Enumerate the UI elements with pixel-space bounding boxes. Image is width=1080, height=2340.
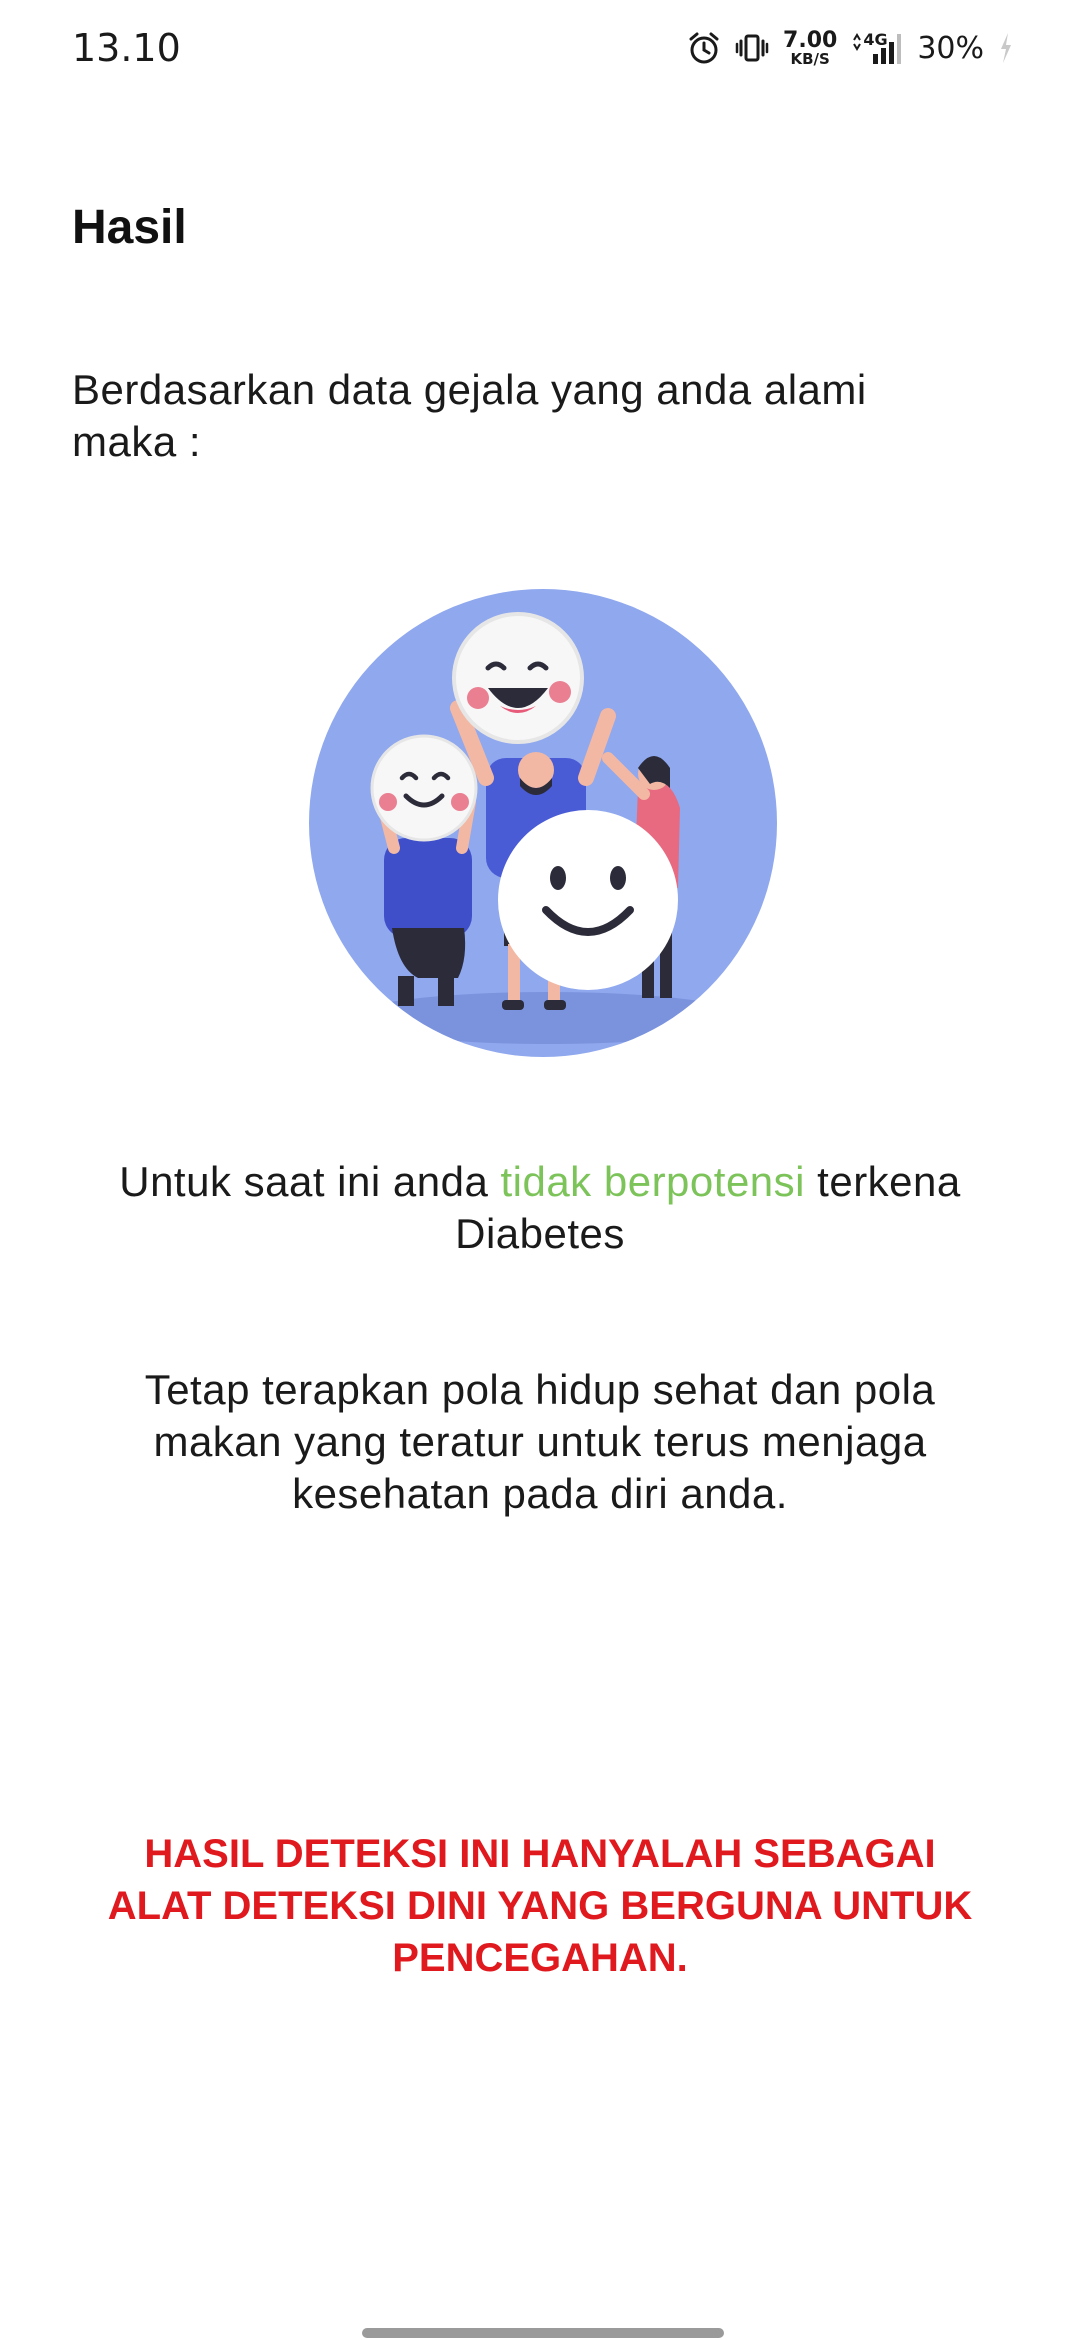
network-speed-unit: KB/S [790, 49, 830, 68]
vibrate-icon [735, 31, 769, 65]
network-speed: 7.00 KB/S [783, 27, 838, 68]
alarm-icon [687, 31, 721, 65]
result-highlight: tidak berpotensi [500, 1158, 805, 1205]
status-time: 13.10 [72, 26, 181, 70]
network-type: 4G [863, 30, 888, 49]
status-icons: 7.00 KB/S 4G 30% [687, 24, 1014, 72]
network-speed-value: 7.00 [783, 27, 838, 53]
battery-level: 30% [917, 30, 984, 66]
signal-icon: 4G [851, 30, 903, 66]
intro-text: Berdasarkan data gejala yang anda alami … [72, 366, 867, 465]
advice-text: Tetap terapkan pola hidup sehat dan pola… [144, 1366, 936, 1517]
disclaimer-text: HASIL DETEKSI INI HANYALAH SEBAGAI ALAT … [107, 1832, 973, 1980]
result-prefix: Untuk saat ini anda [119, 1158, 501, 1205]
battery-charging-icon [998, 31, 1014, 65]
happy-people-illustration [308, 588, 778, 1058]
status-bar: 13.10 7.00 KB/S 4G 30% [0, 0, 1080, 96]
home-indicator[interactable] [362, 2328, 724, 2338]
result-text: Untuk saat ini anda tidak berpotensi ter… [90, 1156, 990, 1260]
page-title: Hasil [72, 201, 187, 254]
